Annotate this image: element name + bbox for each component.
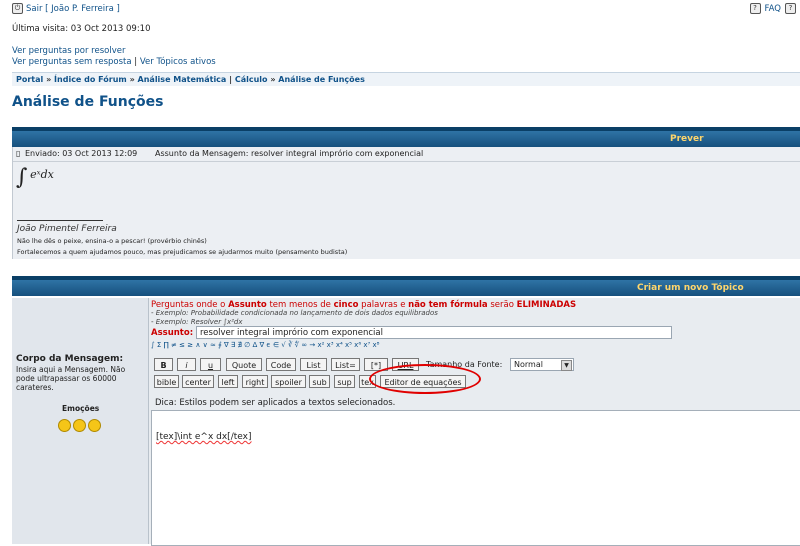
right-button[interactable]: right [242, 375, 268, 388]
crumb-analise-matematica[interactable]: Análise Matemática [138, 75, 227, 84]
post-icon: ▯ [16, 149, 21, 158]
crumb-analise-funcoes[interactable]: Análise de Funções [278, 75, 365, 84]
post-subject: Assunto da Mensagem: resolver integral i… [155, 149, 424, 158]
bible-button[interactable]: bible [154, 375, 179, 388]
logout-icon: ⏻ [12, 3, 23, 14]
math-formula: ∫ eˣdx [16, 165, 54, 190]
italic-button[interactable]: i [177, 358, 196, 371]
page-title: Análise de Funções [12, 94, 164, 110]
quote-button[interactable]: Quote [226, 358, 262, 371]
integral-sign: ∫ [16, 165, 28, 190]
crumb-sep: » [46, 75, 52, 84]
warn-part: serão [487, 300, 517, 310]
preview-header-label: Prever [670, 134, 704, 144]
link-separator: | [134, 57, 138, 67]
left-button[interactable]: left [218, 375, 238, 388]
subject-input[interactable]: resolver integral imprório com exponenci… [196, 326, 672, 339]
subject-label: Assunto: [151, 328, 194, 338]
new-topic-header: Criar um novo Tópico [12, 276, 800, 296]
unanswered-link[interactable]: Ver perguntas sem resposta [12, 57, 132, 67]
post-header: ▯ Enviado: 03 Oct 2013 12:09 Assunto da … [13, 147, 800, 162]
preview-post: ▯ Enviado: 03 Oct 2013 12:09 Assunto da … [12, 147, 800, 259]
body-label: Corpo da Mensagem: [16, 354, 124, 364]
new-topic-header-label: Criar um novo Tópico [637, 283, 744, 293]
center-button[interactable]: center [182, 375, 214, 388]
unsolved-link[interactable]: Ver perguntas por resolver [12, 46, 125, 56]
signature-line1: Não lhe dês o peixe, ensina-o a pescar! … [17, 237, 207, 245]
bold-button[interactable]: B [154, 358, 173, 371]
highlight-ellipse [369, 364, 481, 394]
sad-icon[interactable] [88, 419, 101, 432]
active-topics-link[interactable]: Ver Tópicos ativos [140, 57, 216, 67]
example-1: - Exemplo: Probabilidade condicionada no… [151, 309, 438, 317]
code-button[interactable]: Code [266, 358, 296, 371]
breadcrumb: Portal » Índice do Fórum » Análise Matem… [12, 72, 800, 86]
crumb-pipe: | [229, 75, 233, 84]
signature-divider [17, 220, 103, 221]
emotes-label: Emoções [62, 404, 100, 413]
crumb-forum-index[interactable]: Índice do Fórum [54, 75, 127, 84]
crumb-sep: » [129, 75, 135, 84]
symbols-bar[interactable]: ∫ Σ ∏ ≠ ≤ ≥ ∧ ∨ ≈ ∮ ∇ ∃ ∄ ∅ Δ ∇ ϵ ∈ √ ∛ … [151, 341, 379, 349]
form-left-column: Corpo da Mensagem: Insira aqui a Mensage… [12, 298, 149, 544]
faq-link[interactable]: FAQ [765, 4, 781, 14]
sub-button[interactable]: sub [309, 375, 330, 388]
chevron-down-icon[interactable]: ▼ [561, 360, 572, 371]
smile-icon[interactable] [58, 419, 71, 432]
crumb-portal[interactable]: Portal [16, 75, 43, 84]
crumb-sep: » [270, 75, 276, 84]
emotes-row [58, 419, 101, 432]
underline-button[interactable]: u [200, 358, 221, 371]
tip-text: Dica: Estilos podem ser aplicados a text… [155, 398, 396, 408]
post-date: Enviado: 03 Oct 2013 12:09 [25, 149, 138, 158]
font-size-value: Normal [514, 360, 543, 369]
post-form: Corpo da Mensagem: Insira aqui a Mensage… [12, 298, 800, 546]
signature-line2: Fortalecemos a quem ajudamos pouco, mas … [17, 248, 348, 256]
faq-icon: ? [749, 3, 761, 14]
extra-icon[interactable]: ? [785, 3, 796, 14]
wink-icon[interactable] [73, 419, 86, 432]
list-ordered-button[interactable]: List= [331, 358, 360, 371]
example-2: - Exemplo: Resolver ∫x²dx [151, 318, 243, 326]
preview-header: Prever [12, 127, 800, 147]
font-size-select[interactable]: Normal ▼ [510, 358, 574, 371]
message-textarea[interactable]: [tex]\int e^x dx[/tex] [151, 410, 800, 546]
crumb-calculo[interactable]: Cálculo [235, 75, 268, 84]
sup-button[interactable]: sup [334, 375, 355, 388]
spoiler-button[interactable]: spoiler [271, 375, 306, 388]
logout-label[interactable]: Sair [ João P. Ferreira ] [26, 4, 120, 14]
message-text: [tex]\int e^x dx[/tex] [156, 432, 252, 442]
last-visit: Última visita: 03 Oct 2013 09:10 [12, 24, 151, 34]
form-right-column: Perguntas onde o Assunto tem menos de ci… [149, 298, 800, 546]
warn-part: ELIMINADAS [516, 300, 577, 310]
list-button[interactable]: List [300, 358, 327, 371]
integrand: eˣdx [30, 168, 54, 181]
logout-link[interactable]: ⏻ Sair [ João P. Ferreira ] [12, 3, 120, 14]
body-hint: Insira aqui a Mensagem. Não pode ultrapa… [16, 365, 126, 392]
signature-name: João Pimentel Ferreira [17, 224, 117, 234]
